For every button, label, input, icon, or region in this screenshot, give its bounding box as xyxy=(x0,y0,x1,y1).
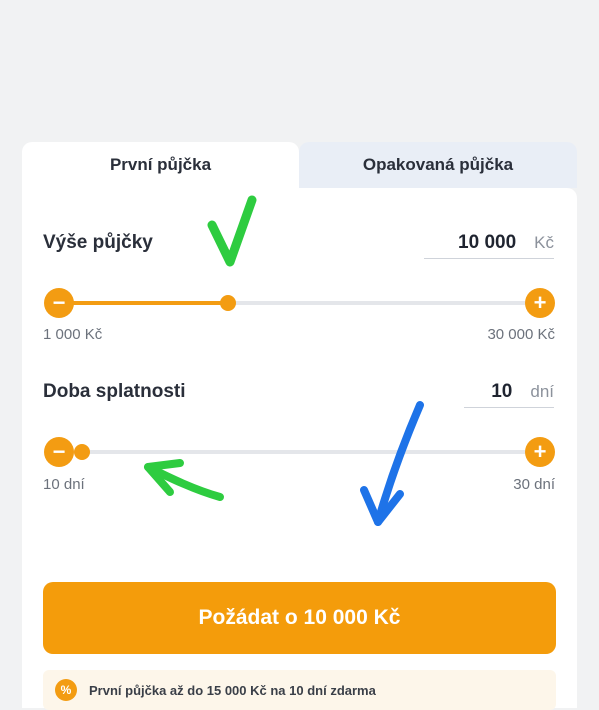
promo-text: První půjčka až do 15 000 Kč na 10 dní z… xyxy=(89,682,376,698)
repayment-min-label: 10 dní xyxy=(43,476,85,493)
repayment-max-label: 30 dní xyxy=(513,476,555,493)
loan-amount-slider-fill xyxy=(58,301,228,305)
calculator-panel: Výše půjčky 10 000 Kč − + 1 000 Kč 30 00… xyxy=(22,188,577,710)
promo-banner: % První půjčka až do 15 000 Kč na 10 dní… xyxy=(43,670,556,710)
loan-amount-min-label: 1 000 Kč xyxy=(43,326,103,343)
tab-bar: První půjčka Opakovaná půjčka xyxy=(22,142,577,188)
request-loan-button[interactable]: Požádat o 10 000 Kč xyxy=(43,582,556,654)
loan-amount-decrease-button[interactable]: − xyxy=(44,288,74,318)
repayment-decrease-button[interactable]: − xyxy=(44,437,74,467)
loan-amount-slider-thumb[interactable] xyxy=(219,295,236,311)
loan-amount-value: 10 000 xyxy=(458,232,517,253)
repayment-period-unit: dní xyxy=(530,382,554,401)
repayment-period-value: 10 xyxy=(491,381,513,402)
tab-repeat-loan[interactable]: Opakovaná půjčka xyxy=(299,142,577,188)
loan-amount-max-label: 30 000 Kč xyxy=(487,326,555,343)
loan-amount-input[interactable]: 10 000 Kč xyxy=(424,232,554,259)
percent-icon: % xyxy=(55,679,77,701)
loan-calculator-card: První půjčka Opakovaná půjčka Výše půjčk… xyxy=(22,142,577,710)
repayment-slider-thumb[interactable] xyxy=(74,444,90,460)
loan-amount-unit: Kč xyxy=(534,233,554,252)
repayment-period-label: Doba splatnosti xyxy=(43,381,186,402)
loan-amount-increase-button[interactable]: + xyxy=(525,288,555,318)
tab-first-loan[interactable]: První půjčka xyxy=(22,142,299,188)
loan-amount-label: Výše půjčky xyxy=(43,232,153,253)
repayment-period-input[interactable]: 10 dní xyxy=(464,381,554,408)
repayment-slider-track[interactable] xyxy=(58,450,540,454)
loan-amount-slider-track[interactable] xyxy=(58,301,540,305)
repayment-increase-button[interactable]: + xyxy=(525,437,555,467)
